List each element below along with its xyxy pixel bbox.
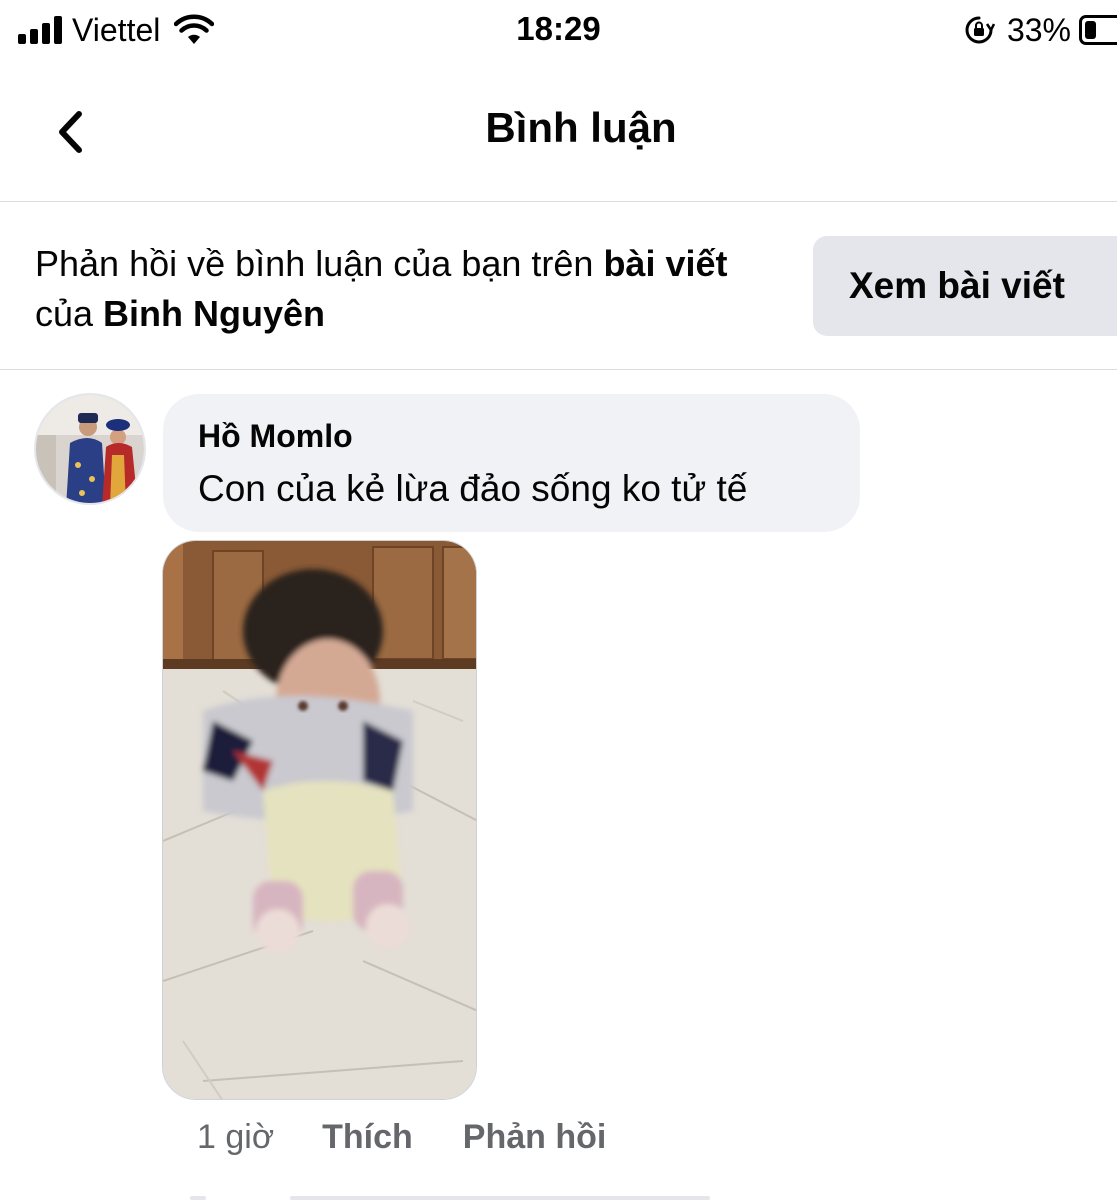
notice-text-prefix: Phản hồi về bình luận của bạn trên: [35, 243, 604, 284]
battery-icon: [1079, 15, 1117, 45]
comment-actions: 1 giờ Thích Phản hồi: [197, 1112, 656, 1162]
avatar[interactable]: [34, 393, 146, 505]
status-bar: Viettel 18:29 33%: [0, 0, 1117, 62]
post-owner-name[interactable]: Binh Nguyên: [103, 293, 325, 334]
comment-photo-attachment[interactable]: [162, 540, 477, 1100]
status-bar-right: 33%: [963, 10, 1117, 50]
view-post-button[interactable]: Xem bài viết: [813, 236, 1117, 336]
comment-bubble[interactable]: Hồ Momlo Con của kẻ lừa đảo sống ko tử t…: [163, 394, 860, 532]
comment-author[interactable]: Hồ Momlo: [198, 416, 860, 456]
post-link[interactable]: bài viết: [603, 243, 727, 284]
battery-level-fill: [1085, 21, 1096, 39]
nav-header: Bình luận: [0, 62, 1117, 202]
status-time: 18:29: [516, 10, 601, 47]
reply-notice: Phản hồi về bình luận của bạn trên bài v…: [0, 203, 1117, 370]
battery-percentage: 33%: [1006, 11, 1071, 48]
reply-button[interactable]: Phản hồi: [463, 1118, 607, 1157]
notice-text: Phản hồi về bình luận của bạn trên bài v…: [35, 239, 755, 339]
avatar-photo: [36, 395, 144, 503]
page-title: Bình luận: [485, 104, 677, 151]
next-item-edge-bar: [290, 1196, 710, 1200]
rotation-lock-icon: [965, 16, 995, 44]
next-item-edge: [190, 1196, 206, 1200]
like-button[interactable]: Thích: [322, 1118, 413, 1157]
comment-text: Con của kẻ lừa đảo sống ko tử tế: [198, 468, 748, 509]
attached-photo: [163, 541, 476, 1099]
comment-timestamp[interactable]: 1 giờ: [197, 1118, 274, 1157]
notice-text-middle: của: [35, 293, 104, 334]
